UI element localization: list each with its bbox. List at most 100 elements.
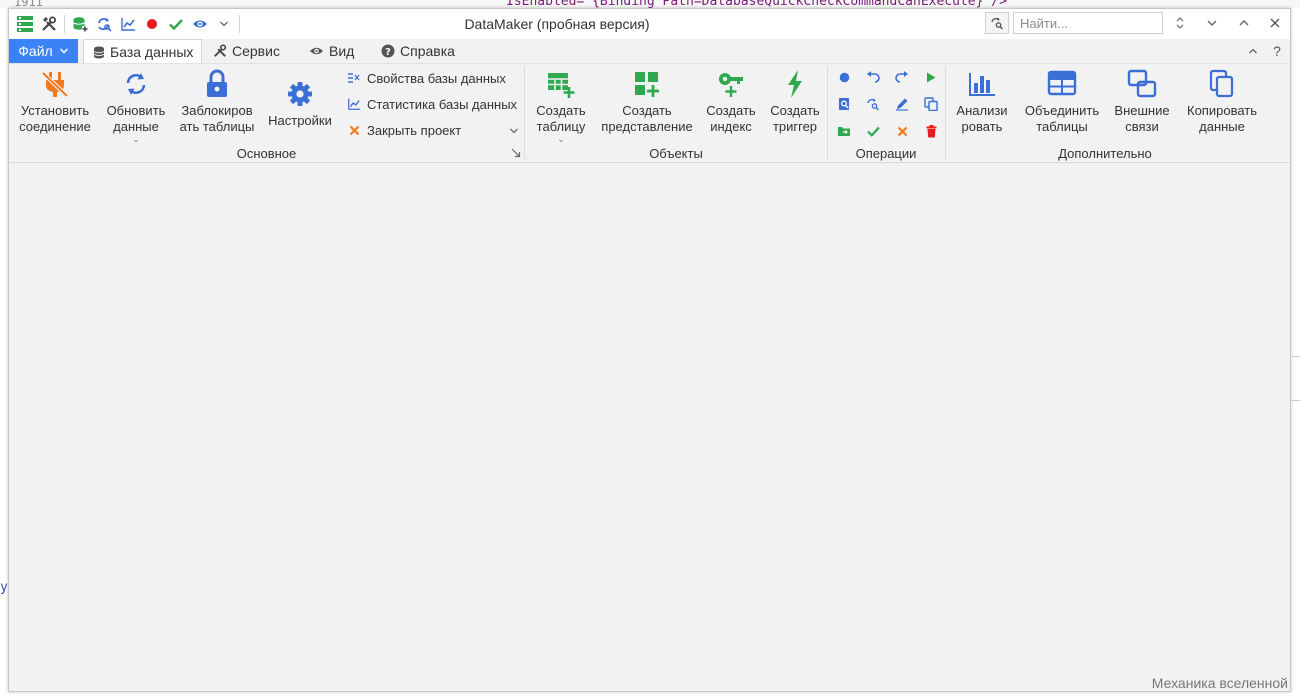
create-trigger-button[interactable]: Создать триггер (765, 67, 825, 135)
group-label-extra: Дополнительно (1058, 146, 1152, 161)
plug-off-icon (40, 67, 70, 101)
db-statistics-label: Статистика базы данных (367, 96, 518, 112)
link-squares-icon (1127, 67, 1157, 101)
svg-text:?: ? (385, 47, 391, 58)
chevron-down-icon (59, 48, 68, 54)
create-view-label: Создать представление (601, 103, 693, 134)
tab-file-label: Файл (18, 43, 53, 59)
tab-view[interactable]: Вид (309, 39, 354, 63)
tab-view-label: Вид (329, 43, 355, 59)
create-index-label: Создать индекс (706, 103, 756, 134)
window-title: DataMaker (пробная версия) (464, 16, 650, 32)
folder-export-icon[interactable] (835, 122, 853, 140)
create-table-label: Создать таблицу (536, 103, 586, 134)
group-label-operations: Операции (855, 146, 917, 161)
copy-data-button[interactable]: Копировать данные (1181, 67, 1263, 135)
lock-icon (204, 67, 230, 101)
ribbon-panel: Установить соединение Обновить данные ⌄ … (9, 63, 1290, 163)
key-add-icon (717, 67, 745, 101)
gear-icon (286, 77, 314, 111)
tools-icon (213, 44, 227, 58)
app-window: DataMaker (пробная версия) Файл База дан… (8, 8, 1291, 692)
chart-line-icon (347, 97, 361, 111)
ribbon-tabs: Файл База данных Сервис Вид ? Справка ? (9, 39, 1290, 64)
chevron-down-icon: ⌄ (132, 134, 140, 144)
redo-icon[interactable] (893, 68, 911, 86)
db-properties-button[interactable]: Свойства базы данных (347, 68, 506, 88)
lock-tables-label: Заблокиров ать таблицы (179, 103, 255, 134)
status-caption: Механика вселенной (1151, 675, 1288, 691)
maximize-chevron-icon[interactable] (1230, 12, 1258, 34)
bar-chart-icon (968, 67, 996, 101)
foreign-keys-button[interactable]: Внешние связи (1109, 67, 1175, 135)
tab-file[interactable]: Файл (9, 39, 78, 63)
tab-service[interactable]: Сервис (213, 39, 280, 63)
background-code-line: IsEnabled="{Binding Path=DatabaseQuickCh… (506, 0, 1007, 8)
properties-icon (347, 72, 361, 84)
close-icon[interactable] (1261, 12, 1289, 34)
lock-tables-button[interactable]: Заблокиров ать таблицы (177, 67, 257, 135)
create-table-button[interactable]: Создать таблицу ⌄ (527, 67, 595, 144)
background-divider (1292, 356, 1300, 357)
create-index-button[interactable]: Создать индекс (701, 67, 761, 135)
undo-icon[interactable] (864, 68, 882, 86)
connect-button[interactable]: Установить соединение (17, 67, 93, 135)
cancel-icon[interactable] (893, 122, 911, 140)
help-question-icon[interactable]: ? (1267, 39, 1287, 63)
search-options-button[interactable] (985, 12, 1009, 34)
db-statistics-button[interactable]: Статистика базы данных (347, 94, 517, 114)
edit-icon[interactable] (893, 95, 911, 113)
close-icon (347, 125, 361, 136)
refresh-data-button[interactable]: Обновить данные ⌄ (101, 67, 171, 144)
merge-tables-button[interactable]: Объединить таблицы (1017, 67, 1107, 135)
create-trigger-label: Создать триггер (770, 103, 820, 134)
eye-icon (309, 45, 324, 57)
copy-icon[interactable] (922, 95, 940, 113)
title-bar: DataMaker (пробная версия) (9, 9, 1290, 39)
merge-tables-label: Объединить таблицы (1024, 103, 1100, 134)
settings-button[interactable]: Настройки (265, 77, 335, 129)
chevron-down-icon: ⌄ (557, 134, 565, 144)
lightning-icon (785, 67, 805, 101)
settings-label: Настройки (268, 113, 332, 128)
record-icon[interactable] (835, 68, 853, 86)
create-view-button[interactable]: Создать представление (597, 67, 697, 135)
group-label-main: Основное (236, 146, 297, 161)
analyze-button[interactable]: Анализи ровать (949, 67, 1015, 135)
background-line-number: 1911 (14, 0, 43, 8)
background-editor: 1911 IsEnabled="{Binding Path=DatabaseQu… (0, 0, 1300, 8)
copy-icon (1209, 67, 1235, 101)
search-refresh-icon[interactable] (864, 95, 882, 113)
table-add-icon (546, 67, 576, 101)
tab-service-label: Сервис (232, 43, 280, 59)
document-search-icon[interactable] (835, 95, 853, 113)
group-label-objects: Объекты (649, 146, 703, 161)
tab-help[interactable]: ? Справка (381, 39, 455, 63)
minimize-chevron-icon[interactable] (1198, 12, 1226, 34)
analyze-label: Анализи ровать (956, 103, 1008, 134)
view-add-icon (633, 67, 661, 101)
refresh-icon (122, 67, 150, 101)
database-icon (93, 46, 105, 59)
workspace-area: Механика вселенной (9, 163, 1290, 691)
tables-merge-icon (1047, 67, 1077, 101)
db-properties-label: Свойства базы данных (367, 70, 506, 86)
search-input[interactable] (1013, 12, 1163, 34)
copy-data-label: Копировать данные (1187, 103, 1257, 134)
expand-collapse-icon[interactable] (1166, 12, 1194, 34)
refresh-data-label: Обновить данные (106, 103, 166, 134)
connect-label: Установить соединение (19, 103, 91, 134)
foreign-keys-label: Внешние связи (1114, 103, 1170, 134)
check-icon[interactable] (864, 122, 882, 140)
trash-icon[interactable] (922, 122, 940, 140)
close-project-button[interactable]: Закрыть проект (347, 120, 461, 140)
help-icon: ? (381, 44, 395, 58)
tab-help-label: Справка (400, 43, 455, 59)
tab-database[interactable]: База данных (83, 39, 202, 64)
collapse-ribbon-icon[interactable] (1243, 39, 1263, 63)
play-icon[interactable] (922, 68, 940, 86)
background-divider (1292, 400, 1300, 401)
search-refresh-icon (991, 17, 1004, 30)
close-project-label: Закрыть проект (367, 122, 462, 138)
more-chevron-down-icon[interactable] (505, 122, 523, 140)
